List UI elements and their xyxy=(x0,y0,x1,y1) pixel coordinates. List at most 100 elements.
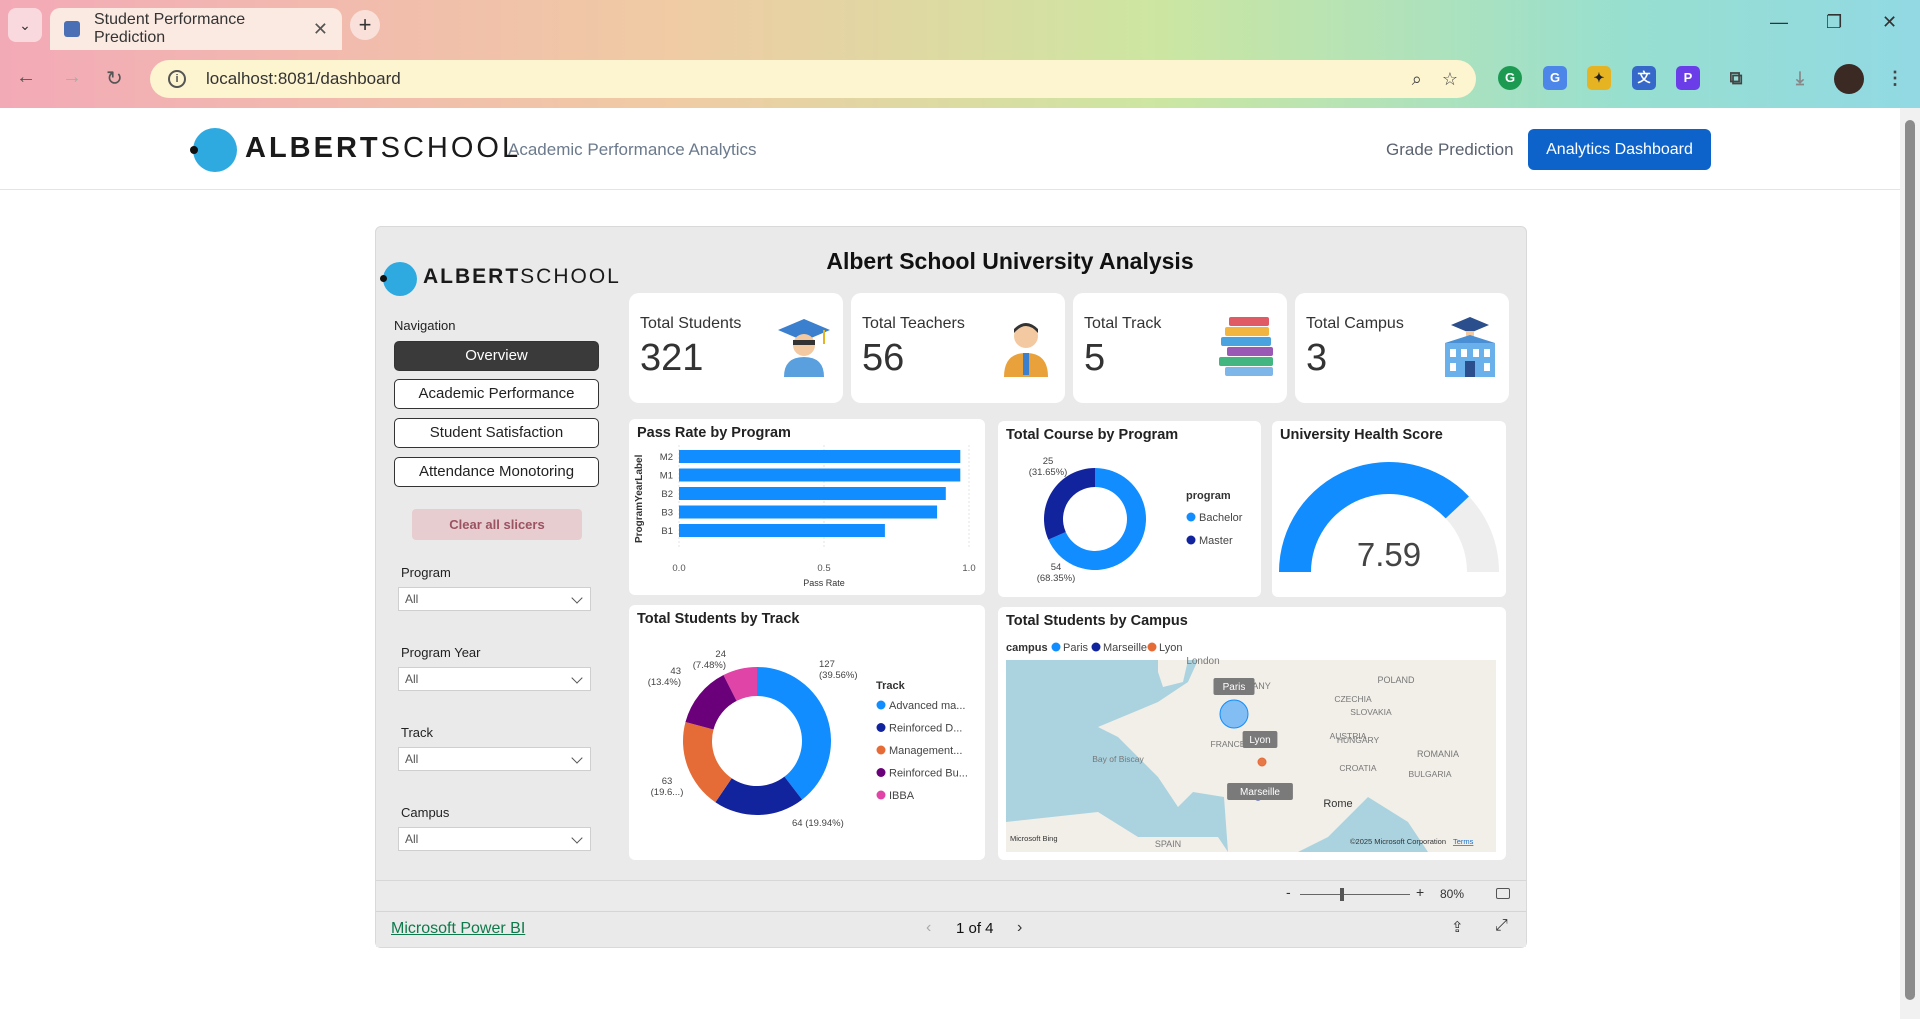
slicer-program-dropdown[interactable]: All xyxy=(398,587,591,611)
graduate-icon xyxy=(778,319,830,377)
y-tick-label: B3 xyxy=(661,508,673,519)
extension-p-icon[interactable]: P xyxy=(1676,66,1700,90)
back-icon[interactable]: ← xyxy=(16,66,36,89)
pass-rate-panel: Pass Rate by Program ProgramYearLabel Pa… xyxy=(629,419,985,595)
forward-icon[interactable]: → xyxy=(62,66,82,89)
slice-data-label: 127 (39.56%) xyxy=(819,659,858,681)
kpi-total-students[interactable]: Total Students 321 xyxy=(629,293,843,403)
map-tooltip-label: Paris xyxy=(1223,682,1246,693)
zoom-slider[interactable] xyxy=(1300,894,1410,895)
page-scrollbar[interactable] xyxy=(1900,108,1920,1019)
pass-rate-chart[interactable]: ProgramYearLabel Pass Rate 0.0 0.5 1.0 M2 M1… xyxy=(629,419,985,595)
minimize-icon[interactable]: — xyxy=(1770,12,1788,33)
nav-attendance-button[interactable]: Attendance Monotoring xyxy=(394,457,599,487)
grammarly-icon[interactable]: G xyxy=(1498,66,1522,90)
share-icon[interactable]: ⇪ xyxy=(1451,918,1464,936)
campus-map[interactable]: campus ParisMarseilleLyonLondonGERMANYPO… xyxy=(998,607,1506,860)
site-info-icon[interactable]: i xyxy=(168,70,186,88)
report-footer xyxy=(376,911,1526,947)
extension-icon[interactable]: ✦ xyxy=(1587,66,1611,90)
map-place-label: BULGARIA xyxy=(1409,769,1452,779)
map-place-label: SPAIN xyxy=(1155,839,1181,849)
translator-icon[interactable]: 文 xyxy=(1632,66,1656,90)
map-place-label: London xyxy=(1186,656,1219,667)
legend-marker xyxy=(1051,642,1061,652)
star-icon[interactable]: ☆ xyxy=(1442,69,1458,90)
close-window-icon[interactable]: ✕ xyxy=(1882,12,1897,33)
track-donut-chart[interactable]: Track 127 (39.56%) 64 (19.94%) 63 (19.6...) 4… xyxy=(629,605,985,860)
slice-data-label: 63 (19.6...) xyxy=(651,776,684,798)
zoom-out-icon[interactable]: - xyxy=(1286,884,1291,900)
kpi-total-teachers[interactable]: Total Teachers 56 xyxy=(851,293,1065,403)
kpi-total-campus[interactable]: Total Campus 3 xyxy=(1295,293,1509,403)
bar xyxy=(679,487,946,500)
slicer-program-year-label: Program Year xyxy=(401,645,481,660)
map-place-label: SLOVAKIA xyxy=(1350,707,1392,717)
tab-close-icon[interactable]: ✕ xyxy=(313,19,328,40)
donut-slice xyxy=(757,667,831,800)
reload-icon[interactable]: ↻ xyxy=(106,66,123,91)
grade-prediction-link[interactable]: Grade Prediction xyxy=(1386,140,1514,160)
slicer-track-dropdown[interactable]: All xyxy=(398,747,591,771)
legend-marker xyxy=(1147,642,1157,652)
legend-label: Reinforced D... xyxy=(889,723,962,735)
course-donut-chart[interactable]: program 25 (31.65%) 54 (68.35%) Bachelor Mast… xyxy=(998,421,1261,597)
legend-marker xyxy=(1091,642,1101,652)
slicer-program-year-dropdown[interactable]: All xyxy=(398,667,591,691)
legend-label: Lyon xyxy=(1159,642,1182,654)
zoom-slider-thumb[interactable] xyxy=(1340,888,1344,901)
slice-data-label: 64 (19.94%) xyxy=(792,818,844,829)
powerbi-link[interactable]: Microsoft Power BI xyxy=(391,920,525,938)
new-tab-button[interactable]: + xyxy=(350,10,380,40)
menu-icon[interactable]: ⋮ xyxy=(1883,66,1907,90)
report-logo-circle-icon xyxy=(383,262,417,296)
legend-label: Marseille xyxy=(1103,642,1147,654)
prev-page-icon[interactable]: ‹ xyxy=(926,919,931,937)
nav-overview-button[interactable]: Overview xyxy=(394,341,599,371)
fullscreen-icon[interactable]: ⤢ xyxy=(1495,917,1508,935)
restore-icon[interactable]: ❐ xyxy=(1826,12,1842,33)
extensions-icon[interactable]: ⧉ xyxy=(1724,66,1748,90)
address-bar[interactable]: i localhost:8081/dashboard ⌕ ☆ xyxy=(150,60,1476,98)
fit-page-icon[interactable] xyxy=(1496,888,1510,899)
next-page-icon[interactable]: › xyxy=(1017,919,1022,937)
url-text[interactable]: localhost:8081/dashboard xyxy=(206,69,1392,89)
zoom-icon[interactable]: ⌕ xyxy=(1412,69,1422,90)
kpi-label: Total Campus xyxy=(1306,315,1404,332)
tab-list-button[interactable]: ⌄ xyxy=(8,8,42,42)
browser-tab[interactable]: Student Performance Prediction ✕ xyxy=(50,8,342,50)
legend-marker xyxy=(1186,535,1196,545)
profile-avatar[interactable] xyxy=(1834,64,1864,94)
legend-marker xyxy=(876,790,886,800)
nav-academic-performance-button[interactable]: Academic Performance xyxy=(394,379,599,409)
nav-student-satisfaction-button[interactable]: Student Satisfaction xyxy=(394,418,599,448)
course-by-program-panel: Total Course by Program program 25 (31.65… xyxy=(998,421,1261,597)
analytics-dashboard-button[interactable]: Analytics Dashboard xyxy=(1528,129,1711,170)
slicer-program-label: Program xyxy=(401,565,451,580)
teacher-icon xyxy=(1004,323,1048,377)
bar xyxy=(679,450,961,463)
slicer-campus-dropdown[interactable]: All xyxy=(398,827,591,851)
logo-circle-icon xyxy=(193,128,237,172)
map-terms-link: Terms xyxy=(1453,837,1474,846)
building-icon xyxy=(1445,317,1495,377)
bar xyxy=(679,524,885,537)
translate-icon[interactable]: G xyxy=(1543,66,1567,90)
download-icon[interactable]: ⤓ xyxy=(1788,66,1812,90)
slice-data-label: 54 (68.35%) xyxy=(1037,562,1076,584)
kpi-value: 5 xyxy=(1084,337,1106,379)
zoom-in-icon[interactable]: + xyxy=(1416,884,1424,900)
map-attribution: ©2025 Microsoft Corporation xyxy=(1350,837,1446,846)
health-gauge-chart[interactable]: 7.59 xyxy=(1272,421,1506,597)
browser-chrome: ⌄ Student Performance Prediction ✕ + — ❐… xyxy=(0,0,1920,108)
scrollbar-thumb[interactable] xyxy=(1905,120,1915,1000)
pass-rate-xlabel: Pass Rate xyxy=(803,578,845,588)
legend-marker xyxy=(1186,512,1196,522)
map-place-label: ROMANIA xyxy=(1417,749,1459,759)
x-tick-label: 0.0 xyxy=(672,563,685,574)
map-place-label: POLAND xyxy=(1377,675,1415,685)
clear-slicers-button[interactable]: Clear all slicers xyxy=(412,509,582,540)
legend-label: Management... xyxy=(889,745,962,757)
legend-label: Bachelor xyxy=(1199,512,1243,524)
kpi-total-track[interactable]: Total Track 5 xyxy=(1073,293,1287,403)
